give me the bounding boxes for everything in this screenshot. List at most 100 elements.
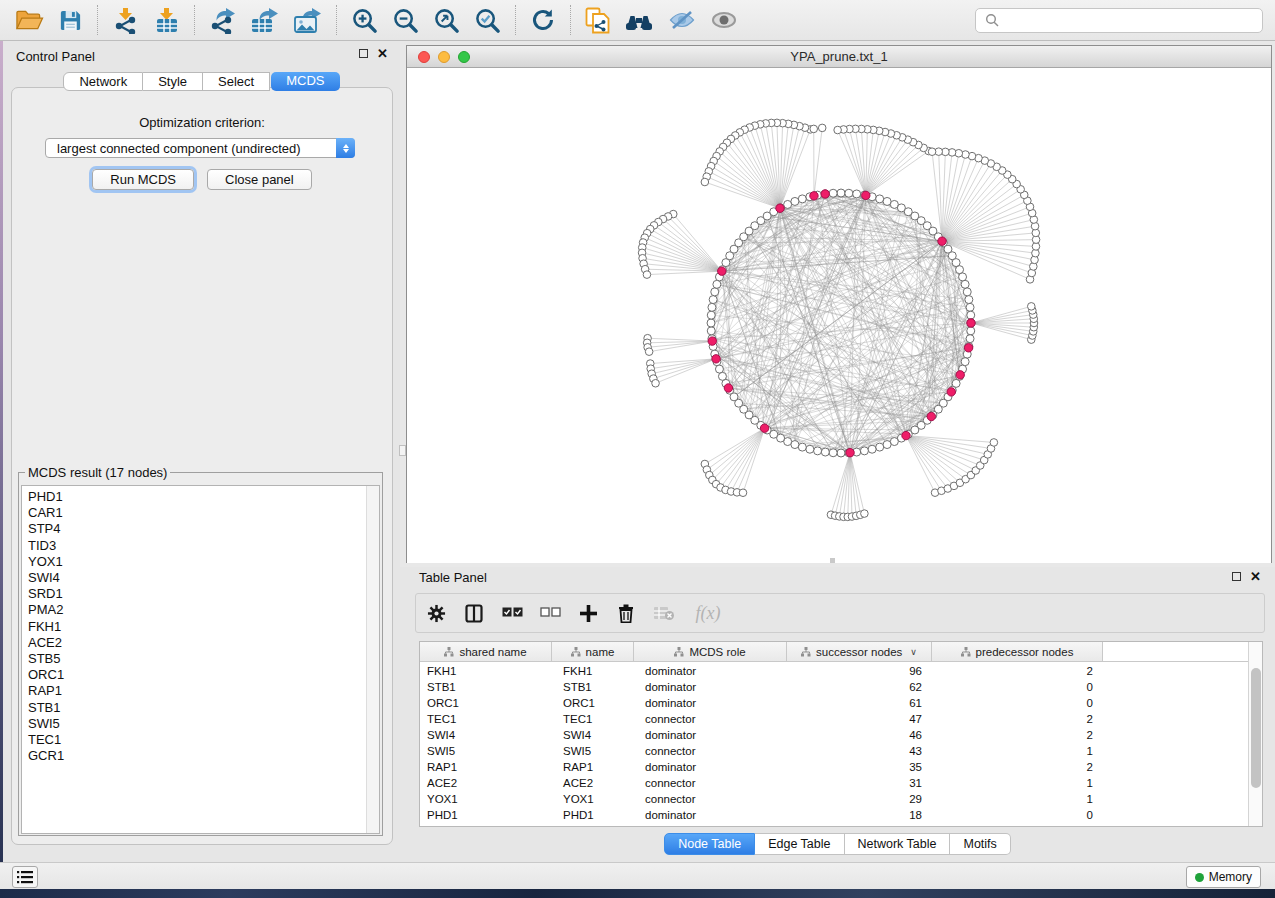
bottom-tab-network-table[interactable]: Network Table xyxy=(845,833,951,855)
table-cell[interactable]: 2 xyxy=(932,711,1103,727)
show-all-button[interactable] xyxy=(703,3,745,37)
graph-mcds-node[interactable] xyxy=(938,237,946,245)
criterion-dropdown[interactable]: largest connected component (undirected) xyxy=(45,138,355,158)
table-cell[interactable]: PHD1 xyxy=(420,807,552,823)
run-mcds-button[interactable]: Run MCDS xyxy=(92,169,194,190)
mcds-result-item[interactable]: SWI5 xyxy=(22,716,379,732)
graph-node[interactable] xyxy=(966,303,974,311)
table-cell[interactable]: 46 xyxy=(787,727,932,743)
refresh-layout-button[interactable] xyxy=(523,3,563,37)
graph-leaf-node[interactable] xyxy=(701,178,709,186)
graph-node[interactable] xyxy=(715,365,723,373)
table-cell[interactable]: YOX1 xyxy=(552,791,634,807)
function-builder-button[interactable]: f(x) xyxy=(690,601,726,625)
table-cell[interactable]: RAP1 xyxy=(552,759,634,775)
graph-node[interactable] xyxy=(707,311,715,319)
table-cell[interactable]: PHD1 xyxy=(552,807,634,823)
table-cell[interactable]: 43 xyxy=(787,743,932,759)
column-header-shared-name[interactable]: shared name xyxy=(420,642,552,662)
bottom-tab-edge-table[interactable]: Edge Table xyxy=(755,833,844,855)
mcds-result-item[interactable]: PHD1 xyxy=(22,489,379,505)
open-file-button[interactable] xyxy=(8,3,51,37)
table-row[interactable]: RAP1RAP1dominator352 xyxy=(420,759,1249,775)
graph-node[interactable] xyxy=(708,303,716,311)
table-cell[interactable]: connector xyxy=(634,791,787,807)
graph-node[interactable] xyxy=(791,197,799,205)
table-scrollbar[interactable] xyxy=(1248,642,1262,826)
table-cell[interactable]: STB1 xyxy=(420,679,552,695)
graph-node[interactable] xyxy=(711,288,719,296)
table-cell[interactable]: 2 xyxy=(932,759,1103,775)
table-options-button[interactable] xyxy=(424,601,448,625)
task-history-button[interactable] xyxy=(12,866,38,888)
tab-style[interactable]: Style xyxy=(143,72,203,91)
table-cell[interactable]: SWI4 xyxy=(552,727,634,743)
graph-node[interactable] xyxy=(821,448,829,456)
mcds-result-item[interactable]: ORC1 xyxy=(22,667,379,683)
graph-mcds-node[interactable] xyxy=(967,319,975,327)
graph-node[interactable] xyxy=(829,449,837,457)
network-title-bar[interactable]: YPA_prune.txt_1 xyxy=(407,46,1271,68)
graph-leaf-node[interactable] xyxy=(652,379,660,387)
table-row[interactable]: SWI4SWI4dominator462 xyxy=(420,727,1249,743)
table-cell[interactable]: dominator xyxy=(634,807,787,823)
table-cell[interactable]: 2 xyxy=(932,727,1103,743)
table-row[interactable]: SWI5SWI5connector431 xyxy=(420,743,1249,759)
graph-leaf-node[interactable] xyxy=(834,126,842,134)
table-cell[interactable]: dominator xyxy=(634,663,787,679)
mcds-result-item[interactable]: STP4 xyxy=(22,521,379,537)
table-cell[interactable]: FKH1 xyxy=(552,663,634,679)
mcds-result-item[interactable]: STB5 xyxy=(22,651,379,667)
graph-node[interactable] xyxy=(967,327,975,335)
zoom-selected-button[interactable] xyxy=(467,3,508,37)
graph-node[interactable] xyxy=(829,189,837,197)
table-cell[interactable]: FKH1 xyxy=(420,663,552,679)
table-row[interactable]: FKH1FKH1dominator962 xyxy=(420,663,1249,679)
table-cell[interactable]: 61 xyxy=(787,695,932,711)
mcds-result-item[interactable]: TEC1 xyxy=(22,732,379,748)
graph-node[interactable] xyxy=(798,443,806,451)
column-header-predecessor-nodes[interactable]: predecessor nodes xyxy=(932,642,1103,662)
table-cell[interactable]: dominator xyxy=(634,759,787,775)
mcds-result-item[interactable]: ACE2 xyxy=(22,635,379,651)
export-table-button[interactable] xyxy=(243,3,286,37)
graph-mcds-node[interactable] xyxy=(810,192,818,200)
graph-node[interactable] xyxy=(845,189,853,197)
table-row[interactable]: ORC1ORC1dominator610 xyxy=(420,695,1249,711)
table-cell[interactable]: STB1 xyxy=(552,679,634,695)
table-row[interactable]: PHD1PHD1dominator180 xyxy=(420,807,1249,823)
graph-mcds-node[interactable] xyxy=(862,191,870,199)
zoom-in-button[interactable] xyxy=(344,3,385,37)
network-canvas[interactable] xyxy=(407,69,1271,563)
graph-mcds-node[interactable] xyxy=(724,384,732,392)
graph-node[interactable] xyxy=(709,296,717,304)
table-cell[interactable]: ORC1 xyxy=(552,695,634,711)
table-cell[interactable]: 29 xyxy=(787,791,932,807)
search-input[interactable] xyxy=(975,8,1263,33)
table-cell[interactable]: SWI5 xyxy=(420,743,552,759)
column-visibility-button[interactable] xyxy=(462,601,486,625)
table-cell[interactable]: dominator xyxy=(634,727,787,743)
graph-leaf-node[interactable] xyxy=(928,148,936,156)
graph-mcds-node[interactable] xyxy=(760,424,768,432)
bottom-tab-motifs[interactable]: Motifs xyxy=(950,833,1010,855)
table-cell[interactable]: 1 xyxy=(932,791,1103,807)
graph-mcds-node[interactable] xyxy=(718,267,726,275)
deselect-all-button[interactable] xyxy=(538,601,562,625)
mcds-result-list[interactable]: PHD1CAR1STP4TID3YOX1SWI4SRD1PMA2FKH1ACE2… xyxy=(21,485,380,834)
table-cell[interactable]: YOX1 xyxy=(420,791,552,807)
tab-mcds[interactable]: MCDS xyxy=(271,72,339,91)
close-panel-button[interactable]: Close panel xyxy=(207,169,312,190)
table-cell[interactable]: 31 xyxy=(787,775,932,791)
table-cell[interactable]: 0 xyxy=(932,807,1103,823)
table-cell[interactable]: connector xyxy=(634,775,787,791)
mcds-result-item[interactable]: YOX1 xyxy=(22,554,379,570)
graph-mcds-node[interactable] xyxy=(821,190,829,198)
graph-mcds-node[interactable] xyxy=(956,371,964,379)
zoom-out-button[interactable] xyxy=(385,3,426,37)
mcds-result-item[interactable]: STB1 xyxy=(22,700,379,716)
table-cell[interactable]: dominator xyxy=(634,679,787,695)
graph-node[interactable] xyxy=(967,311,975,319)
graph-node[interactable] xyxy=(868,445,876,453)
table-cell[interactable]: RAP1 xyxy=(420,759,552,775)
